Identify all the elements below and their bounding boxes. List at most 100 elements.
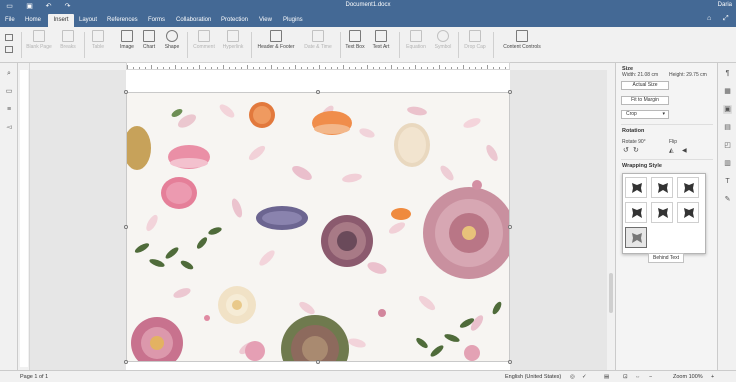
table-settings-icon[interactable]: ▦ bbox=[723, 87, 732, 96]
date-time-button[interactable]: Date & Time bbox=[301, 30, 335, 50]
rotate-right-icon[interactable]: ↻ bbox=[633, 146, 639, 154]
crop-button[interactable]: Crop ▾ bbox=[621, 110, 669, 119]
blank-page-button[interactable]: Blank Page bbox=[25, 30, 53, 50]
text-art-icon bbox=[375, 30, 387, 42]
tab-protection[interactable]: Protection bbox=[218, 14, 251, 27]
resize-handle[interactable] bbox=[508, 90, 512, 94]
resize-handle[interactable] bbox=[508, 225, 512, 229]
table-button[interactable]: Table bbox=[88, 30, 108, 50]
tab-file[interactable]: File bbox=[2, 14, 18, 27]
zoom-out-button[interactable]: − bbox=[649, 374, 652, 380]
header-footer-button[interactable]: Header & Footer bbox=[254, 30, 298, 50]
paragraph-settings-icon[interactable]: ¶ bbox=[723, 69, 732, 78]
shape-icon bbox=[166, 30, 178, 42]
tab-references[interactable]: References bbox=[104, 14, 141, 27]
hyperlink-icon bbox=[227, 30, 239, 42]
chart-settings-icon[interactable]: ▥ bbox=[723, 159, 732, 168]
wrap-behind-option[interactable] bbox=[625, 227, 647, 248]
paste-icon[interactable] bbox=[5, 46, 13, 53]
ruler-tick bbox=[259, 67, 260, 69]
tab-collaboration[interactable]: Collaboration bbox=[173, 14, 214, 27]
drop-cap-button[interactable]: Drop Cap bbox=[461, 30, 489, 50]
tab-home[interactable]: Home bbox=[22, 14, 44, 27]
fullscreen-icon[interactable]: ⤢ bbox=[723, 15, 729, 23]
flip-vertical-icon[interactable]: ◀ bbox=[682, 147, 687, 154]
feedback-icon[interactable]: ◅ bbox=[5, 124, 13, 132]
resize-handle[interactable] bbox=[124, 225, 128, 229]
fit-width-icon[interactable]: ⇔ bbox=[635, 374, 641, 380]
ruler-tick bbox=[241, 67, 242, 69]
globe-icon[interactable]: ◎ bbox=[570, 374, 575, 380]
hyperlink-button[interactable]: Hyperlink bbox=[219, 30, 247, 50]
tab-view[interactable]: View bbox=[256, 14, 275, 27]
resize-handle[interactable] bbox=[316, 90, 320, 94]
equation-icon bbox=[410, 30, 422, 42]
ruler-tick bbox=[283, 67, 284, 69]
tab-plugins[interactable]: Plugins bbox=[280, 14, 306, 27]
page[interactable] bbox=[124, 70, 512, 370]
scrollbar-thumb[interactable] bbox=[609, 273, 613, 313]
image-button[interactable]: Image bbox=[116, 30, 138, 50]
copy-icon[interactable] bbox=[5, 34, 13, 41]
open-location-icon[interactable]: ⌂ bbox=[707, 15, 711, 22]
ruler-tick bbox=[337, 67, 338, 69]
ruler-tick bbox=[217, 67, 218, 69]
ruler-tick bbox=[145, 67, 146, 69]
text-art-button[interactable]: Text Art bbox=[369, 30, 393, 50]
resize-handle[interactable] bbox=[508, 360, 512, 364]
comments-icon[interactable]: ▭ bbox=[5, 88, 13, 96]
symbol-button[interactable]: Symbol bbox=[431, 30, 455, 50]
language-selector[interactable]: English (United States) bbox=[505, 374, 561, 380]
ruler-tick bbox=[181, 67, 182, 69]
wrap-in-front-option[interactable] bbox=[677, 202, 699, 223]
actual-size-button[interactable]: Actual Size bbox=[621, 81, 669, 90]
fit-page-icon[interactable]: ⊡ bbox=[623, 374, 628, 380]
resize-handle[interactable] bbox=[316, 360, 320, 364]
track-changes-icon[interactable]: ▤ bbox=[604, 374, 609, 380]
flip-horizontal-icon[interactable]: ◭ bbox=[669, 147, 674, 154]
image-settings-icon[interactable]: ▣ bbox=[723, 105, 732, 114]
resize-handle[interactable] bbox=[124, 360, 128, 364]
header-footer-settings-icon[interactable]: ▤ bbox=[723, 123, 732, 132]
chart-button[interactable]: Chart bbox=[139, 30, 159, 50]
content-controls-button[interactable]: Content Controls bbox=[497, 30, 547, 50]
signature-settings-icon[interactable]: ✎ bbox=[723, 195, 732, 204]
zoom-in-button[interactable]: + bbox=[711, 374, 714, 380]
ruler-tick bbox=[349, 67, 350, 69]
ruler-tick bbox=[475, 67, 476, 69]
tab-layout[interactable]: Layout bbox=[76, 14, 100, 27]
toolbar-separator bbox=[340, 32, 341, 58]
wrap-top-bottom-option[interactable] bbox=[651, 202, 673, 223]
ruler-tick bbox=[373, 67, 374, 69]
wrap-inline-option[interactable] bbox=[625, 177, 647, 198]
user-name[interactable]: Daria bbox=[718, 2, 732, 8]
panel-divider bbox=[621, 159, 713, 160]
ruler-tick bbox=[253, 67, 254, 69]
ruler-tick bbox=[367, 65, 368, 69]
equation-button[interactable]: Equation bbox=[402, 30, 430, 50]
tab-forms[interactable]: Forms bbox=[145, 14, 168, 27]
wrap-square-option[interactable] bbox=[651, 177, 673, 198]
text-box-button[interactable]: Text Box bbox=[343, 30, 367, 50]
vertical-ruler bbox=[18, 63, 30, 370]
resize-handle[interactable] bbox=[124, 90, 128, 94]
text-art-settings-icon[interactable]: T bbox=[723, 177, 732, 186]
spellcheck-icon[interactable]: ✓ bbox=[582, 374, 587, 380]
breaks-button[interactable]: Breaks bbox=[56, 30, 80, 50]
rotate-left-icon[interactable]: ↺ bbox=[623, 146, 629, 154]
floral-flat-lay-image bbox=[127, 102, 509, 361]
search-icon[interactable]: ⌕ bbox=[5, 70, 13, 78]
ruler-tick bbox=[397, 67, 398, 69]
vertical-scrollbar[interactable] bbox=[607, 63, 615, 370]
comment-button[interactable]: Comment bbox=[191, 30, 217, 50]
fit-to-margin-button[interactable]: Fit to Margin bbox=[621, 96, 669, 105]
wrap-tight-option[interactable] bbox=[677, 177, 699, 198]
shape-settings-icon[interactable]: ◰ bbox=[723, 141, 732, 150]
shape-button[interactable]: Shape bbox=[161, 30, 183, 50]
navigation-icon[interactable]: ≡ bbox=[5, 106, 13, 114]
image-icon bbox=[121, 30, 133, 42]
inserted-image[interactable] bbox=[126, 92, 510, 362]
wrap-through-option[interactable] bbox=[625, 202, 647, 223]
ruler-tick bbox=[295, 65, 296, 69]
tab-insert[interactable]: Insert bbox=[48, 14, 74, 27]
